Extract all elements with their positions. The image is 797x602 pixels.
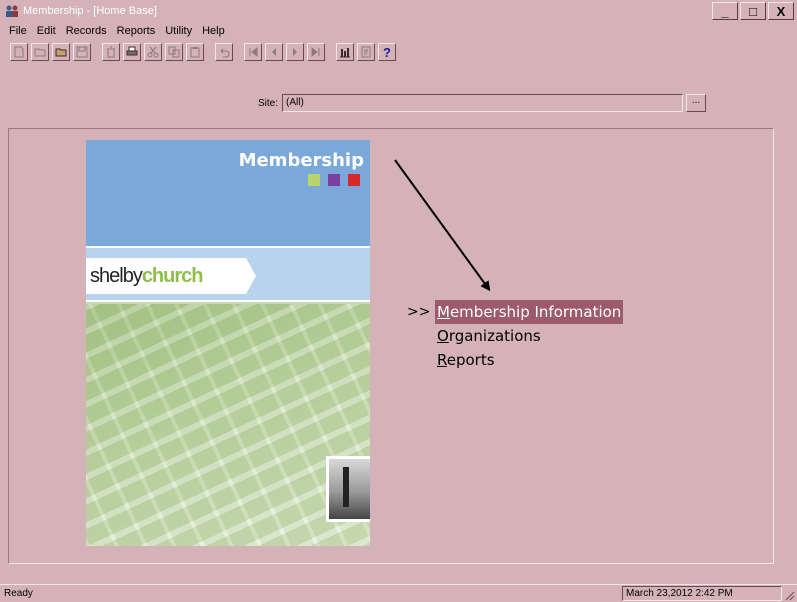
report-icon: [361, 46, 371, 58]
new-document-icon: [14, 46, 24, 58]
report-button[interactable]: [357, 43, 375, 61]
church-photo: [326, 456, 370, 522]
link-reports[interactable]: Reports: [404, 348, 623, 372]
brand-band: shelbychurch: [86, 246, 370, 302]
previous-record-icon: [272, 48, 276, 56]
print-button[interactable]: [123, 43, 141, 61]
link-label[interactable]: Organizations: [435, 324, 543, 348]
brand-square-green: [308, 174, 320, 186]
toolbar: ?: [0, 40, 797, 64]
cut-icon: [147, 46, 159, 58]
maximize-button[interactable]: □: [740, 2, 766, 20]
next-record-button[interactable]: [286, 43, 304, 61]
site-row: Site: (All) ...: [0, 94, 797, 114]
undo-button[interactable]: [215, 43, 233, 61]
next-record-icon: [293, 48, 297, 56]
status-bar: Ready March 23,2012 2:42 PM: [0, 584, 797, 602]
window-title: Membership - [Home Base]: [23, 5, 157, 17]
site-label: Site:: [258, 98, 279, 109]
brand-panel: Membership shelbychurch: [86, 140, 370, 546]
status-datetime: March 23,2012 2:42 PM: [622, 586, 782, 601]
close-button[interactable]: X: [768, 2, 794, 20]
open-folder-icon: [34, 48, 46, 57]
chart-icon: [340, 48, 350, 58]
menu-bar: File Edit Records Reports Utility Help: [0, 22, 797, 40]
selection-marker: >>: [407, 304, 431, 320]
copy-button[interactable]: [165, 43, 183, 61]
minimize-button[interactable]: _: [712, 2, 738, 20]
help-icon: ?: [383, 44, 391, 60]
previous-record-button[interactable]: [265, 43, 283, 61]
undo-icon: [220, 48, 230, 58]
menu-records[interactable]: Records: [61, 25, 112, 37]
open-record-icon: [55, 48, 67, 57]
brand-square-purple: [328, 174, 340, 186]
chart-button[interactable]: [336, 43, 354, 61]
last-record-icon: [311, 46, 320, 58]
last-record-button[interactable]: [307, 43, 325, 61]
open-record-button[interactable]: [52, 43, 70, 61]
first-record-icon: [249, 46, 258, 58]
resize-grip-icon[interactable]: [785, 591, 795, 601]
status-text: Ready: [4, 588, 33, 599]
delete-icon: [107, 46, 115, 58]
save-button[interactable]: [73, 43, 91, 61]
window-controls: _ □ X: [710, 2, 794, 20]
help-button[interactable]: ?: [378, 43, 396, 61]
cut-button[interactable]: [144, 43, 162, 61]
brand-title: Membership: [238, 150, 364, 171]
paste-button[interactable]: [186, 43, 204, 61]
open-folder-button[interactable]: [31, 43, 49, 61]
app-icon[interactable]: [5, 4, 19, 18]
print-icon: [126, 46, 138, 56]
site-field[interactable]: (All): [282, 94, 683, 112]
site-browse-button[interactable]: ...: [686, 94, 706, 112]
link-membership-information[interactable]: >> Membership Information: [404, 300, 624, 324]
menu-edit[interactable]: Edit: [32, 25, 61, 37]
menu-reports[interactable]: Reports: [112, 25, 161, 37]
delete-button[interactable]: [102, 43, 120, 61]
link-label[interactable]: Reports: [435, 348, 497, 372]
link-organizations[interactable]: Organizations: [404, 324, 623, 348]
title-bar: Membership - [Home Base] _ □ X: [0, 0, 797, 22]
menu-file[interactable]: File: [4, 25, 32, 37]
copy-icon: [168, 46, 180, 58]
link-label[interactable]: Membership Information: [435, 300, 624, 324]
new-document-button[interactable]: [10, 43, 28, 61]
first-record-button[interactable]: [244, 43, 262, 61]
shelby-church-logo: shelbychurch: [86, 258, 256, 294]
brand-header: Membership: [86, 140, 370, 246]
brand-square-red: [348, 174, 360, 186]
home-menu-links: >> Membership Information Organizations …: [404, 300, 624, 372]
paste-icon: [190, 47, 200, 58]
save-icon: [76, 46, 88, 58]
menu-utility[interactable]: Utility: [160, 25, 197, 37]
menu-help[interactable]: Help: [197, 25, 230, 37]
